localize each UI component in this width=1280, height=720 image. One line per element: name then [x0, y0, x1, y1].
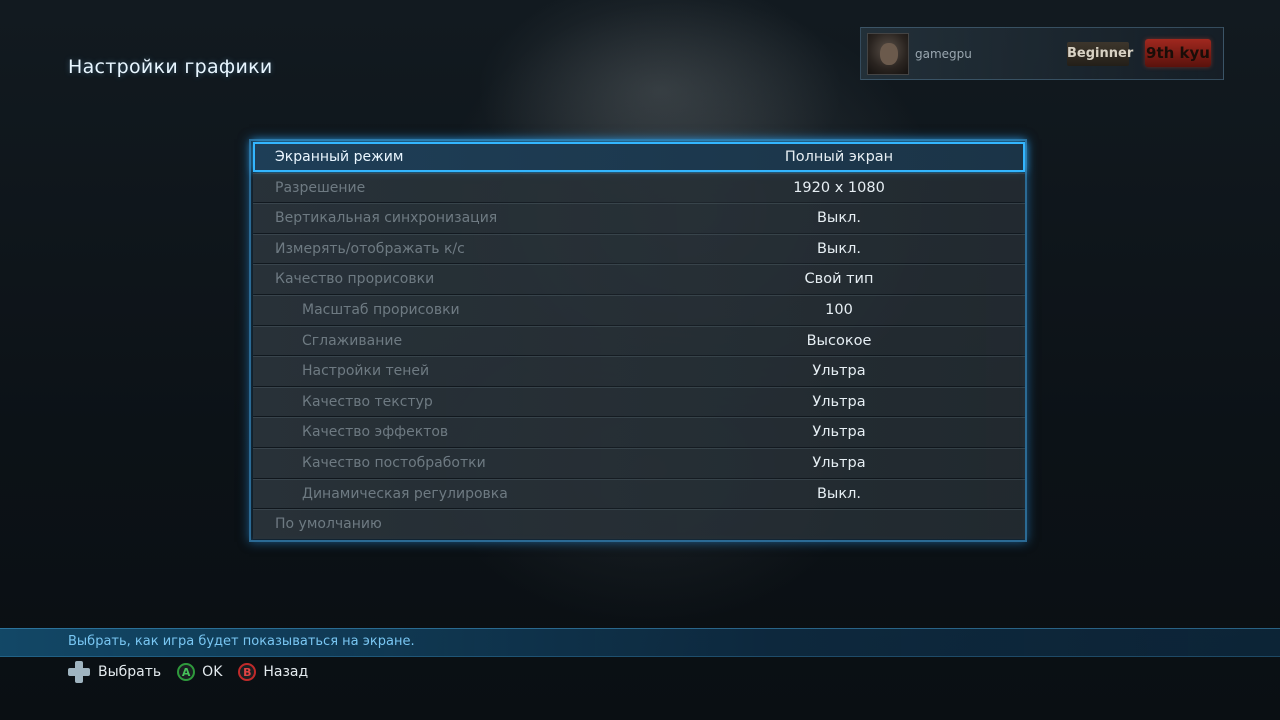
dpad-icon: [68, 661, 90, 683]
kyu-badge: 9th kyu: [1145, 39, 1211, 67]
settings-row-value: Выкл.: [816, 210, 862, 227]
settings-row-value: 1920 x 1080: [793, 179, 885, 196]
settings-row-label: Динамическая регулировка: [302, 485, 508, 502]
control-ok-label: OK: [202, 664, 223, 680]
controls-legend: Выбрать A OK B Назад: [68, 660, 324, 684]
settings-row[interactable]: Динамическая регулировка Выкл.: [253, 478, 1025, 509]
settings-row-label: Качество текстур: [302, 393, 433, 410]
rank-badge: Beginner: [1067, 42, 1133, 66]
control-select: Выбрать: [68, 661, 161, 683]
settings-row[interactable]: Измерять/отображать к/с Выкл.: [253, 233, 1025, 264]
help-bar: Выбрать, как игра будет показываться на …: [0, 628, 1280, 657]
a-button-icon: A: [177, 663, 196, 681]
settings-row-value: Высокое: [806, 332, 872, 349]
graphics-settings-panel: Экранный режим Полный экран Разрешение 1920…: [249, 139, 1027, 542]
settings-row-label: Вертикальная синхронизация: [275, 210, 498, 227]
avatar-face: [880, 43, 898, 65]
settings-row-label: Настройки теней: [302, 363, 430, 380]
control-ok[interactable]: A OK: [177, 663, 222, 681]
settings-row-value: Полный экран: [784, 149, 894, 165]
control-back[interactable]: B Назад: [238, 663, 308, 681]
settings-row-label: Масштаб прорисовки: [302, 301, 460, 318]
page-title: Настройки графики: [68, 56, 273, 78]
player-card: gamegpu Beginner 9th kyu: [860, 27, 1224, 80]
settings-row[interactable]: Качество прорисовки Свой тип: [253, 264, 1025, 294]
settings-row-label: Экранный режим: [275, 149, 404, 165]
settings-row-label: Разрешение: [275, 179, 366, 196]
b-button-icon: B: [238, 663, 257, 681]
settings-row[interactable]: Качество эффектов Ультра: [253, 417, 1025, 447]
settings-row[interactable]: Качество текстур Ультра: [253, 386, 1025, 417]
settings-row-value: 100: [825, 301, 853, 318]
avatar: [867, 33, 909, 75]
settings-row-label: Измерять/отображать к/с: [275, 240, 465, 257]
settings-row[interactable]: Экранный режим Полный экран: [253, 142, 1025, 172]
settings-row-label: Качество постобработки: [302, 454, 486, 471]
settings-row-value: Выкл.: [816, 240, 862, 257]
settings-row[interactable]: Качество постобработки Ультра: [253, 447, 1025, 478]
settings-row-value: Ультра: [812, 454, 866, 471]
settings-row[interactable]: Вертикальная синхронизация Выкл.: [253, 203, 1025, 233]
settings-row[interactable]: Настройки теней Ультра: [253, 356, 1025, 386]
settings-row-value: Ультра: [812, 393, 866, 410]
control-select-label: Выбрать: [98, 664, 162, 680]
settings-list: Экранный режим Полный экран Разрешение 1920…: [253, 142, 1025, 540]
settings-row-label: Качество прорисовки: [275, 271, 435, 288]
settings-row-value: Выкл.: [816, 485, 862, 502]
settings-row-value: Свой тип: [804, 271, 874, 288]
game-screen: Настройки графики gamegpu Beginner 9th k…: [0, 0, 1280, 720]
settings-row-label: Качество эффектов: [302, 424, 449, 441]
player-name: gamegpu: [915, 47, 972, 61]
settings-row-value: Ультра: [812, 424, 866, 441]
settings-row[interactable]: По умолчанию: [253, 509, 1025, 539]
settings-row-label: Сглаживание: [302, 332, 403, 349]
settings-row[interactable]: Разрешение 1920 x 1080: [253, 172, 1025, 203]
control-back-label: Назад: [263, 664, 309, 680]
settings-row-value: Ультра: [812, 363, 866, 380]
settings-row-label: По умолчанию: [275, 516, 382, 533]
settings-row[interactable]: Сглаживание Высокое: [253, 325, 1025, 356]
help-text: Выбрать, как игра будет показываться на …: [68, 634, 415, 649]
settings-row[interactable]: Масштаб прорисовки 100: [253, 294, 1025, 325]
